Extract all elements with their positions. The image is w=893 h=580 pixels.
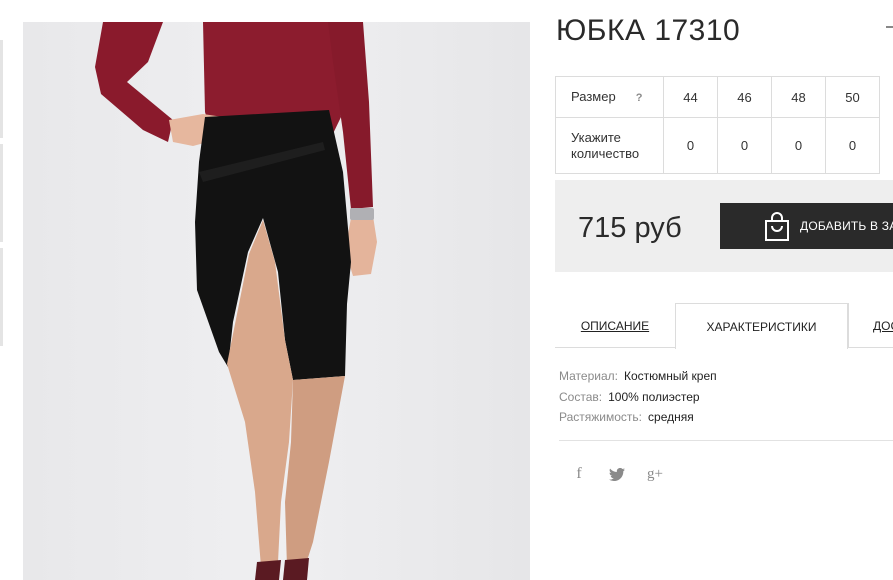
product-image[interactable] <box>23 22 530 580</box>
facebook-icon[interactable]: f <box>570 464 588 484</box>
size-table: Размер? 44 46 48 50 Укажите количество 0… <box>555 76 880 174</box>
twitter-icon[interactable] <box>608 464 626 484</box>
product-tabs: ОПИСАНИЕ ХАРАКТЕРИСТИКИ ДОС <box>555 303 893 349</box>
add-to-cart-label: ДОБАВИТЬ В ЗА <box>800 219 893 233</box>
quantity-input-50[interactable]: 0 <box>825 117 880 174</box>
sweater-left-arm <box>95 22 173 142</box>
leg-right <box>285 376 345 567</box>
size-label-cell: Размер? <box>555 76 664 118</box>
product-title: ЮБКА 17310 <box>556 14 741 47</box>
thumbnail[interactable] <box>0 40 3 138</box>
specs-list: Материал: Костюмный креп Состав: 100% поли… <box>559 366 717 428</box>
tab-characteristics[interactable]: ХАРАКТЕРИСТИКИ <box>675 303 848 349</box>
shopping-bag-icon <box>765 212 789 241</box>
watch <box>350 208 374 220</box>
add-to-cart-button[interactable]: ДОБАВИТЬ В ЗА <box>720 203 893 249</box>
size-label: Размер <box>571 88 616 104</box>
google-plus-icon[interactable]: g+ <box>646 464 664 484</box>
close-icon[interactable] <box>886 26 893 28</box>
quantity-input-48[interactable]: 0 <box>771 117 826 174</box>
tab-underline <box>848 347 893 348</box>
price-box: 715 руб ДОБАВИТЬ В ЗА <box>555 180 893 272</box>
thumbnail-strip <box>0 40 3 352</box>
size-46: 46 <box>717 76 772 118</box>
tab-underline <box>555 347 675 348</box>
thumbnail[interactable] <box>0 144 3 242</box>
size-44: 44 <box>663 76 718 118</box>
quantity-label: Укажите количество <box>555 117 664 174</box>
help-icon[interactable]: ? <box>636 90 643 106</box>
tab-delivery[interactable]: ДОС <box>848 303 893 348</box>
size-48: 48 <box>771 76 826 118</box>
thumbnail[interactable] <box>0 248 3 346</box>
spec-stretch: Растяжимость: средняя <box>559 410 694 424</box>
size-50: 50 <box>825 76 880 118</box>
social-share: f g+ <box>570 464 664 484</box>
spec-material: Материал: Костюмный креп <box>559 369 717 383</box>
tab-description[interactable]: ОПИСАНИЕ <box>555 303 675 348</box>
shoe <box>283 558 309 580</box>
spec-composition: Состав: 100% полиэстер <box>559 389 700 404</box>
quantity-input-44[interactable]: 0 <box>663 117 718 174</box>
quantity-input-46[interactable]: 0 <box>717 117 772 174</box>
shoe <box>255 560 281 580</box>
price: 715 руб <box>578 212 682 244</box>
divider <box>559 440 893 441</box>
